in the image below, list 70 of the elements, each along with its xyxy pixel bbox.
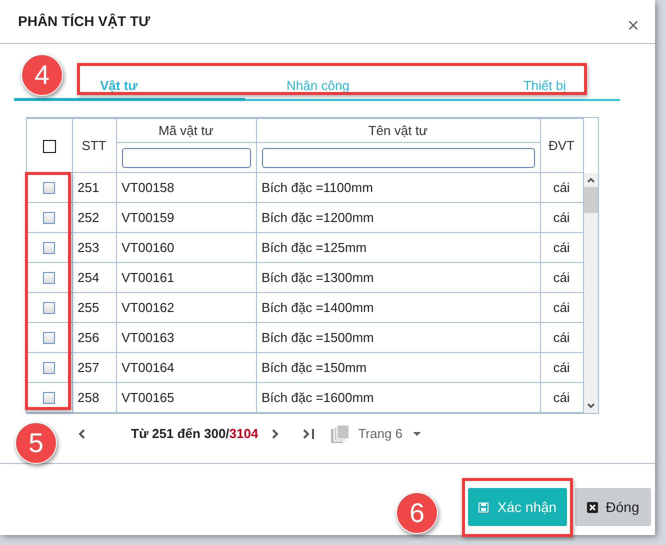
table-cell: Bích đặc =1600mm xyxy=(256,382,540,412)
table-cell: cái xyxy=(540,322,583,352)
table-cell: 256 xyxy=(72,322,116,352)
row-checkbox[interactable] xyxy=(43,392,56,404)
confirm-button[interactable]: Xác nhận xyxy=(468,488,567,526)
table-cell: Bích đặc =1500mm xyxy=(256,322,540,352)
table-cell: cái xyxy=(540,382,583,412)
caret-icon xyxy=(412,431,421,437)
last-page-button[interactable] xyxy=(302,427,316,441)
table-cell: 251 xyxy=(72,172,116,202)
save-icon xyxy=(478,502,490,512)
table-cell: Bích đặc =1200mm xyxy=(256,202,540,232)
column-header: STT xyxy=(72,118,116,172)
table-cell: 258 xyxy=(72,382,116,412)
previous-page-icon xyxy=(77,427,87,441)
table-cell: VT00164 xyxy=(116,352,256,382)
table-cell: Bích đặc =150mm xyxy=(256,352,540,382)
table-cell: cái xyxy=(540,352,583,382)
row-checkbox[interactable] xyxy=(43,302,56,314)
table-cell: Bích đặc =1300mm xyxy=(256,262,540,292)
next-page-icon xyxy=(270,427,280,441)
table-cell: cái xyxy=(540,202,583,232)
column-header: Mã vật tư xyxy=(116,118,256,142)
table-cell: Bích đặc =125mm xyxy=(256,232,540,262)
table-cell: VT00159 xyxy=(116,202,256,232)
table-cell: VT00158 xyxy=(116,172,256,202)
table-cell: 254 xyxy=(72,262,116,292)
tab[interactable]: Thiết bị xyxy=(420,58,620,101)
table-cell: Bích đặc =1400mm xyxy=(256,292,540,322)
filter-field[interactable] xyxy=(262,148,534,168)
dialog-title: PHÂN TÍCH VẬT TƯ xyxy=(18,12,150,31)
table-cell: cái xyxy=(540,172,583,202)
column-header: Tên vật tư xyxy=(256,118,540,142)
table-cell: 257 xyxy=(72,352,116,382)
previous-page-button[interactable] xyxy=(77,427,87,441)
row-checkbox[interactable] xyxy=(43,362,56,374)
callout-badge: 6 xyxy=(396,492,438,534)
table-cell: VT00163 xyxy=(116,322,256,352)
row-checkbox[interactable] xyxy=(43,332,56,344)
close-icon xyxy=(586,502,598,512)
close-button[interactable]: Đóng xyxy=(575,488,651,526)
row-checkbox[interactable] xyxy=(43,182,56,194)
table-cell: cái xyxy=(540,232,583,262)
table-cell: VT00160 xyxy=(116,232,256,262)
table-cell: cái xyxy=(540,262,583,292)
scrollbar[interactable] xyxy=(584,173,598,413)
table-cell: 253 xyxy=(72,232,116,262)
table-cell: Bích đặc =1100mm xyxy=(256,172,540,202)
last-page-icon xyxy=(302,427,316,441)
table-cell: 255 xyxy=(72,292,116,322)
filter-field[interactable] xyxy=(122,148,250,168)
select-all-checkbox[interactable] xyxy=(42,140,56,153)
table-cell: VT00162 xyxy=(116,292,256,322)
row-checkbox[interactable] xyxy=(43,242,56,254)
scrollbar-thumb[interactable] xyxy=(584,187,598,213)
table-cell: cái xyxy=(540,292,583,322)
row-checkbox[interactable] xyxy=(43,272,56,284)
page-range-text: Từ 251 đến 300/3104 xyxy=(131,425,258,444)
next-page-button[interactable] xyxy=(270,427,280,441)
pages-icon xyxy=(330,424,350,444)
column-header: ĐVT xyxy=(540,118,583,172)
table-cell: 252 xyxy=(72,202,116,232)
row-checkbox[interactable] xyxy=(43,212,56,224)
tab[interactable]: Nhân công xyxy=(245,58,421,101)
close-button[interactable]: × xyxy=(623,16,643,36)
page-dropdown[interactable]: Trang 6 xyxy=(358,424,421,444)
table-cell: VT00161 xyxy=(116,262,256,292)
callout-badge: 4 xyxy=(21,54,63,96)
callout-badge: 5 xyxy=(15,422,57,464)
table-cell: VT00165 xyxy=(116,382,256,412)
